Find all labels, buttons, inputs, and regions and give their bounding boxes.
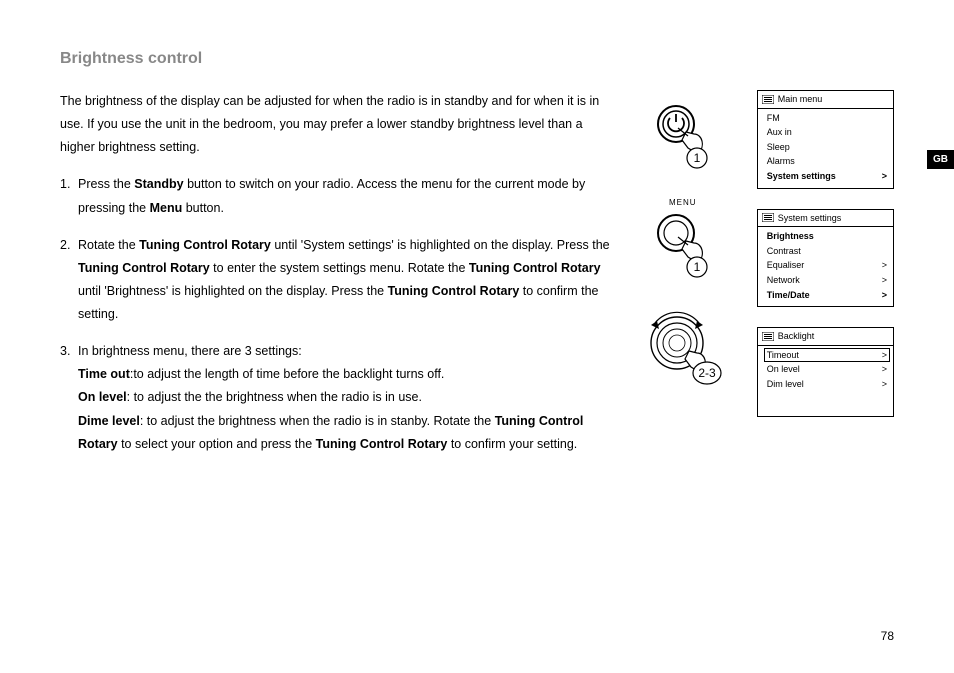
- menu-item: FM: [764, 111, 890, 126]
- text: Rotate the: [78, 238, 139, 252]
- text: until 'Brightness' is highlighted on the…: [78, 284, 388, 298]
- bold: Tuning Control Rotary: [316, 437, 448, 451]
- figure-rotary: 2-3: [643, 307, 723, 397]
- figure-menu-button: MENU 1: [643, 198, 723, 287]
- power-button-icon: 1: [648, 100, 718, 178]
- step-2: 2. Rotate the Tuning Control Rotary unti…: [60, 234, 619, 327]
- menu-item: Dim level>: [764, 377, 890, 392]
- content-columns: The brightness of the display can be adj…: [60, 90, 894, 470]
- bold: Menu: [150, 201, 183, 215]
- svg-text:1: 1: [693, 260, 700, 274]
- figure-standby-button: 1: [643, 100, 723, 178]
- text: Press the: [78, 177, 134, 191]
- menu-item: Sleep: [764, 140, 890, 155]
- language-tab: GB: [927, 150, 954, 169]
- step-body: Rotate the Tuning Control Rotary until '…: [78, 234, 619, 327]
- text: to select your option and press the: [118, 437, 316, 451]
- text: : to adjust the brightness when the radi…: [140, 414, 495, 428]
- menu-main: Main menuFMAux inSleepAlarmsSystem setti…: [757, 90, 894, 189]
- menu-item: On level>: [764, 362, 890, 377]
- svg-text:1: 1: [693, 151, 700, 165]
- menu-system-settings: System settingsBrightnessContrastEqualis…: [757, 209, 894, 308]
- menu-column: Main menuFMAux inSleepAlarmsSystem setti…: [757, 90, 894, 470]
- step-number: 2.: [60, 234, 78, 327]
- menu-item: Alarms: [764, 154, 890, 169]
- bold: Standby: [134, 177, 183, 191]
- menu-label: MENU: [643, 198, 723, 207]
- menu-title: Backlight: [758, 328, 893, 346]
- step-3: 3. In brightness menu, there are 3 setti…: [60, 340, 619, 456]
- menu-items: Timeout>On level>Dim level>: [758, 346, 893, 396]
- menu-item: Equaliser>: [764, 258, 890, 273]
- manual-page: Brightness control The brightness of the…: [0, 0, 954, 673]
- text: until 'System settings' is highlighted o…: [271, 238, 610, 252]
- menu-item: Aux in: [764, 125, 890, 140]
- bold: Time out: [78, 367, 130, 381]
- text: to enter the system settings menu. Rotat…: [210, 261, 469, 275]
- page-number: 78: [881, 629, 894, 643]
- step-body: In brightness menu, there are 3 settings…: [78, 340, 619, 456]
- menu-items: FMAux inSleepAlarmsSystem settings>: [758, 109, 893, 188]
- menu-backlight: BacklightTimeout>On level>Dim level>: [757, 327, 894, 417]
- menu-item: Brightness: [764, 229, 890, 244]
- step-number: 3.: [60, 340, 78, 456]
- menu-item: Timeout>: [764, 348, 890, 363]
- text: button.: [182, 201, 224, 215]
- figure-column: 1 MENU 1: [629, 90, 737, 470]
- menu-item: System settings>: [764, 169, 890, 184]
- bold: Tuning Control Rotary: [78, 261, 210, 275]
- text: In brightness menu, there are 3 settings…: [78, 344, 302, 358]
- bold: Tuning Control Rotary: [469, 261, 601, 275]
- bold: Dime level: [78, 414, 140, 428]
- text-column: The brightness of the display can be adj…: [60, 90, 619, 470]
- menu-item: Time/Date>: [764, 288, 890, 303]
- step-number: 1.: [60, 173, 78, 219]
- bold: On level: [78, 390, 127, 404]
- bold: Tuning Control Rotary: [388, 284, 520, 298]
- menu-button-icon: 1: [648, 209, 718, 287]
- step-body: Press the Standby button to switch on yo…: [78, 173, 619, 219]
- rotary-dial-icon: 2-3: [643, 307, 729, 397]
- intro-paragraph: The brightness of the display can be adj…: [60, 90, 619, 159]
- menu-title: System settings: [758, 210, 893, 228]
- text: to confirm your setting.: [447, 437, 577, 451]
- menu-items: BrightnessContrastEqualiser>Network>Time…: [758, 227, 893, 306]
- step-1: 1. Press the Standby button to switch on…: [60, 173, 619, 219]
- text: :to adjust the length of time before the…: [130, 367, 445, 381]
- bold: Tuning Control Rotary: [139, 238, 271, 252]
- menu-item: Network>: [764, 273, 890, 288]
- menu-title: Main menu: [758, 91, 893, 109]
- section-heading: Brightness control: [60, 50, 894, 68]
- text: : to adjust the the brightness when the …: [127, 390, 422, 404]
- svg-text:2-3: 2-3: [698, 366, 716, 380]
- menu-item: Contrast: [764, 244, 890, 259]
